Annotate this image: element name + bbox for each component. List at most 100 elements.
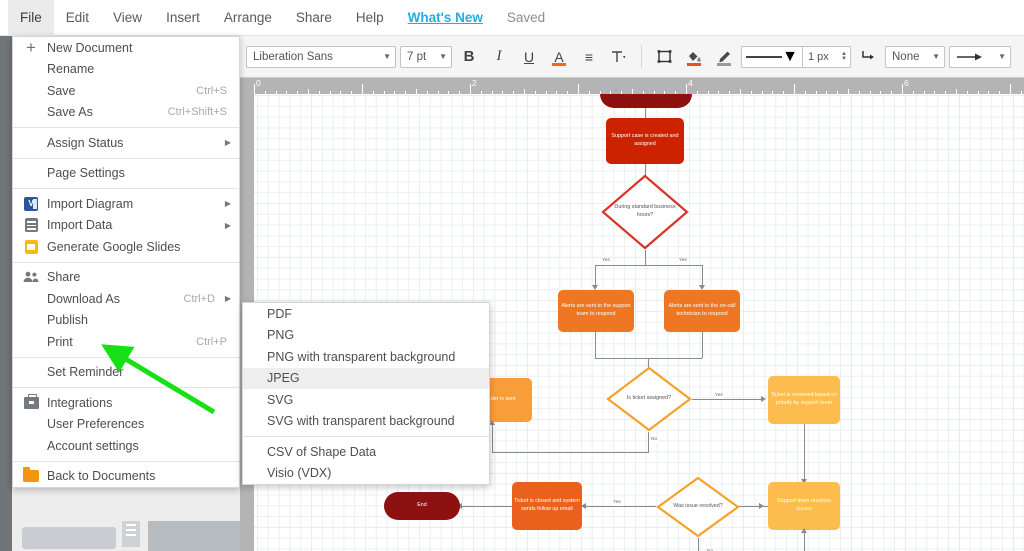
stepper-arrows-icon[interactable]: ▲ ▼	[841, 51, 847, 62]
menu-separator	[243, 436, 489, 437]
text-color-button[interactable]: A	[546, 44, 572, 70]
line-start-select[interactable]: None ▼	[885, 45, 945, 68]
shape-support-case[interactable]: Support case is created and assigned	[606, 118, 684, 164]
people-icon	[23, 269, 39, 285]
shape-ticket-reviewed[interactable]: Ticket is reviewed based on priority by …	[768, 376, 840, 424]
menu-item-import-diagram[interactable]: V Import Diagram ▶	[13, 193, 239, 215]
menu-item-save-as[interactable]: Save As Ctrl+Shift+S	[13, 102, 239, 124]
menu-whats-new[interactable]: What's New	[396, 0, 495, 36]
menu-item-print[interactable]: Print Ctrl+P	[13, 331, 239, 353]
menu-item-back-to-documents[interactable]: Back to Documents	[13, 466, 239, 488]
ruler-label: 0	[256, 78, 261, 88]
ruler-tick	[1010, 84, 1011, 94]
shape-is-ticket-assigned[interactable]: Is ticket assigned?	[606, 366, 692, 432]
menu-item-account-settings[interactable]: Account settings	[13, 435, 239, 457]
ruler-tick	[578, 84, 579, 94]
menu-help[interactable]: Help	[344, 0, 396, 36]
connector-alertL-down	[595, 332, 596, 358]
menu-edit[interactable]: Edit	[54, 0, 101, 36]
underline-button[interactable]: U	[516, 44, 542, 70]
menu-item-save[interactable]: Save Ctrl+S	[13, 80, 239, 102]
fill-color-button[interactable]	[681, 44, 707, 70]
menu-file[interactable]: File	[8, 0, 54, 36]
menu-item-label: New Document	[47, 40, 133, 55]
menu-share[interactable]: Share	[284, 0, 344, 36]
fill-color-swatch	[687, 62, 701, 66]
file-menu-dropdown[interactable]: + New Document Rename Save Ctrl+S Save As Ctrl…	[12, 36, 240, 488]
horizontal-ruler[interactable]: 0 2 4 6	[240, 78, 1024, 94]
shape-ticket-closed[interactable]: Ticket is closed and system sends follow…	[512, 482, 582, 530]
shape-start[interactable]	[600, 94, 692, 108]
google-slides-icon	[23, 239, 39, 255]
chevron-right-icon: ▶	[224, 294, 231, 304]
shape-end[interactable]: End	[384, 492, 460, 520]
plus-icon: +	[26, 37, 36, 57]
menu-item-label: User Preferences	[47, 417, 145, 432]
menu-bar: File Edit View Insert Arrange Share Help…	[0, 0, 1024, 36]
menu-view[interactable]: View	[101, 0, 154, 36]
shape-business-hours[interactable]: During standard business hours?	[601, 174, 689, 250]
menu-separator	[13, 188, 239, 189]
text-align-button[interactable]: ≡	[576, 44, 602, 70]
line-style-preview	[746, 55, 782, 58]
menu-item-user-preferences[interactable]: User Preferences	[13, 414, 239, 436]
shape-was-issue-resolved[interactable]: Was issue resolved?	[656, 476, 740, 538]
menu-item-generate-google-slides[interactable]: Generate Google Slides	[13, 236, 239, 258]
menu-item-rename[interactable]: Rename	[13, 59, 239, 81]
menu-arrange[interactable]: Arrange	[212, 0, 284, 36]
ruler-tick	[902, 84, 903, 94]
submenu-item-svg-with-transparent-background[interactable]: SVG with transparent background	[243, 411, 489, 433]
shape-alerts-oncall[interactable]: Alerts are sent to the on-call technicia…	[664, 290, 740, 332]
menu-item-label: Save	[47, 83, 76, 98]
menu-item-publish[interactable]: Publish	[13, 310, 239, 332]
font-size-select[interactable]: 7 pt ▼	[400, 45, 452, 68]
submenu-item-png[interactable]: PNG	[243, 325, 489, 347]
connector-type-button[interactable]	[855, 44, 881, 70]
shape-style-button[interactable]	[651, 44, 677, 70]
menu-item-set-reminder[interactable]: Set Reminder	[13, 362, 239, 384]
ruler-tick	[254, 84, 255, 94]
menu-insert[interactable]: Insert	[154, 0, 212, 36]
connector-resolved-no-up	[804, 532, 805, 551]
menu-item-shortcut: Ctrl+D	[183, 292, 215, 305]
bold-button[interactable]: B	[456, 44, 482, 70]
menu-item-download-as[interactable]: Download As Ctrl+D ▶	[13, 288, 239, 310]
line-end-select[interactable]: ▼	[949, 45, 1011, 68]
connector-assigned-yes	[692, 399, 764, 400]
download-as-submenu[interactable]: PDF PNG PNG with transparent background JPE…	[242, 302, 490, 485]
menu-item-import-data[interactable]: Import Data ▶	[13, 215, 239, 237]
menu-separator	[13, 127, 239, 128]
submenu-item-svg[interactable]: SVG	[243, 389, 489, 411]
menu-item-assign-status[interactable]: Assign Status ▶	[13, 132, 239, 154]
submenu-item-png-with-transparent-background[interactable]: PNG with transparent background	[243, 346, 489, 368]
shape-alerts-support-team[interactable]: Alerts are sent to the support team to r…	[558, 290, 634, 332]
connector-hours-left-down	[645, 250, 646, 266]
menu-item-new-document[interactable]: + New Document	[13, 37, 239, 59]
font-family-value: Liberation Sans	[253, 50, 333, 63]
line-color-button[interactable]	[711, 44, 737, 70]
chevron-right-icon: ▶	[224, 220, 231, 230]
submenu-item-label: SVG with transparent background	[267, 414, 455, 429]
submenu-item-csv-of-shape-data[interactable]: CSV of Shape Data	[243, 441, 489, 463]
italic-button[interactable]: I	[486, 44, 512, 70]
menu-item-label: Integrations	[47, 395, 113, 410]
left-dark-strip	[0, 36, 12, 551]
sidebar-bottom-panel[interactable]	[148, 521, 254, 551]
line-width-stepper[interactable]: 1 px ▲ ▼	[803, 45, 851, 68]
menu-item-share[interactable]: Share	[13, 267, 239, 289]
shape-support-resolves[interactable]: Support team resolves issues	[768, 482, 840, 530]
line-style-select[interactable]: ▼	[741, 45, 803, 68]
menu-item-page-settings[interactable]: Page Settings	[13, 163, 239, 185]
sidebar-mini-list[interactable]	[122, 521, 140, 547]
text-options-button[interactable]	[606, 44, 632, 70]
visio-icon: V	[23, 196, 39, 212]
submenu-item-pdf[interactable]: PDF	[243, 303, 489, 325]
shape-alerts-oncall-label: Alerts are sent to the on-call technicia…	[668, 303, 736, 317]
submenu-item-visio-vdx-[interactable]: Visio (VDX)	[243, 463, 489, 485]
menu-item-integrations[interactable]: Integrations	[13, 392, 239, 414]
font-family-select[interactable]: Liberation Sans ▼	[246, 45, 396, 68]
submenu-item-jpeg[interactable]: JPEG	[243, 367, 489, 389]
shape-is-ticket-assigned-label: Is ticket assigned?	[626, 395, 672, 402]
menu-item-label: Publish	[47, 313, 88, 328]
sidebar-bottom-widget[interactable]	[22, 527, 116, 549]
